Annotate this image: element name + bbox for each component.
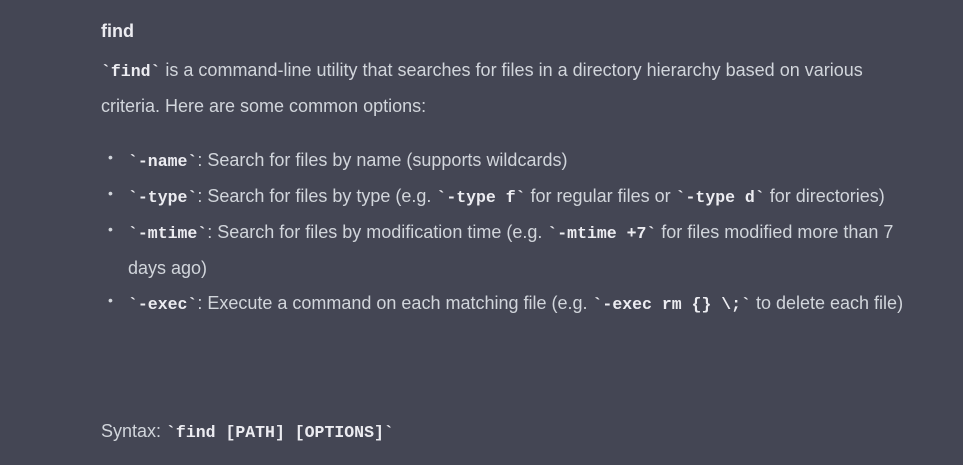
bullet-dot-icon: • <box>108 292 113 308</box>
inline-code: `-mtime +7` <box>547 224 657 243</box>
heading: find <box>101 21 134 41</box>
inline-code: `-type` <box>128 188 198 207</box>
bullet-dot-icon: • <box>108 185 113 201</box>
option-text: to delete each file) <box>750 293 904 313</box>
bullet-dot-icon: • <box>108 221 113 237</box>
inline-code: `find [PATH] [OPTIONS]` <box>166 423 394 442</box>
option-text: for regular files or <box>525 186 676 206</box>
intro-text: is a command-line utility that searches … <box>101 60 863 116</box>
intro-paragraph: `find` is a command-line utility that se… <box>101 53 901 124</box>
list-item: • `-mtime`: Search for files by modificat… <box>101 215 911 286</box>
list-item: • `-name`: Search for files by name (supp… <box>101 143 911 179</box>
options-list: • `-name`: Search for files by name (supp… <box>101 143 911 322</box>
option-text: : Execute a command on each matching fil… <box>197 293 593 313</box>
inline-code: `find` <box>101 62 161 81</box>
bullet-dot-icon: • <box>108 149 113 165</box>
syntax-label: Syntax: <box>101 421 167 441</box>
inline-code: `-type f` <box>436 188 526 207</box>
option-text: : Search for files by type (e.g. <box>197 186 437 206</box>
inline-code: `-mtime` <box>128 224 208 243</box>
option-text: for directories) <box>764 186 885 206</box>
list-item: • `-type`: Search for files by type (e.g.… <box>101 179 911 215</box>
inline-code: `-exec` <box>128 295 198 314</box>
list-item: • `-exec`: Execute a command on each matc… <box>101 286 911 322</box>
syntax-line: Syntax: `find [PATH] [OPTIONS]` <box>101 414 394 450</box>
option-text: : Search for files by name (supports wil… <box>197 150 568 170</box>
option-text: : Search for files by modification time … <box>207 222 548 242</box>
inline-code: `-name` <box>128 152 198 171</box>
inline-code: `-type d` <box>675 188 765 207</box>
inline-code: `-exec rm {} \;` <box>592 295 751 314</box>
